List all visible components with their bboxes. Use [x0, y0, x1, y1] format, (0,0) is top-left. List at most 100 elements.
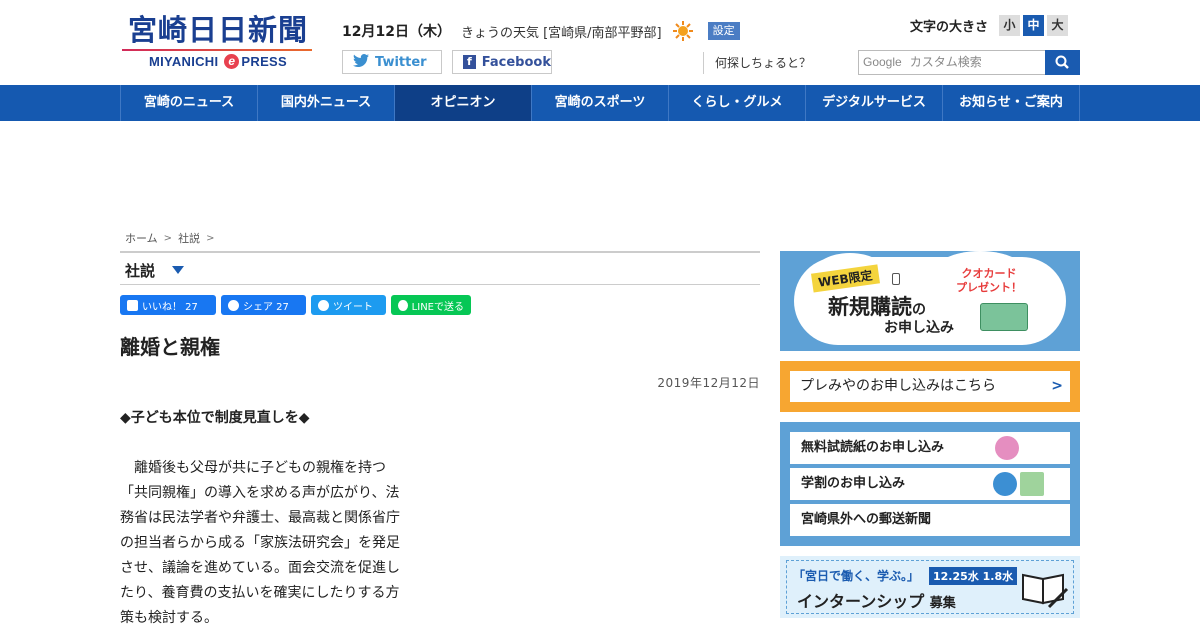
- nav-item-info[interactable]: お知らせ・ご案内: [942, 85, 1080, 121]
- mail-delivery-label: 宮崎県外への郵送新聞: [801, 512, 932, 527]
- main-nav: 宮崎のニュース 国内外ニュース オピニオン 宮崎のスポーツ くらし・グルメ デジ…: [0, 85, 1200, 121]
- search-input[interactable]: Google カスタム検索: [858, 50, 1046, 75]
- share-buttons: いいね！ 27 シェア 27 ツイート LINEで送る: [120, 295, 471, 315]
- tweet-button[interactable]: ツイート: [311, 295, 386, 315]
- logo-sub-left: MIYANICHI: [149, 54, 219, 69]
- quo-card-line: クオカード: [961, 267, 1017, 280]
- article-line: 策も検討する。: [120, 610, 218, 626]
- font-size-large-button[interactable]: 大: [1047, 15, 1069, 36]
- internship-title: インターンシップ 募集: [797, 588, 956, 612]
- breadcrumb: ホーム > 社説 >: [125, 230, 214, 246]
- font-size-label: 文字の大きさ: [910, 20, 989, 35]
- epress-e-icon: e: [224, 54, 240, 69]
- premi-link-label: プレみやのお申し込みはこちら: [800, 378, 996, 394]
- site-header: 宮崎日日新聞 MIYANICHI e PRESS 12月12日（木） きょうの天…: [0, 0, 1200, 85]
- section-title[interactable]: 社説: [125, 260, 155, 281]
- premi-banner: プレみやのお申し込みはこちら >: [780, 361, 1080, 412]
- internship-banner[interactable]: 「宮日で働く、学ぶ。」 12.25水 1.8水 インターンシップ 募集: [780, 556, 1080, 618]
- tweet-label: ツイート: [333, 301, 373, 313]
- free-trial-label: 無料試読紙のお申し込み: [801, 440, 945, 455]
- line-label: LINEで送る: [411, 301, 464, 313]
- free-trial-link[interactable]: 無料試読紙のお申し込み: [790, 432, 1070, 464]
- article-line: させ、議論を進めている。面会交流を促進し: [120, 560, 400, 576]
- facebook-share-button[interactable]: シェア 27: [221, 295, 306, 315]
- search-placeholder: カスタム検索: [909, 55, 982, 69]
- nav-item-opinion[interactable]: オピニオン: [394, 85, 531, 121]
- facebook-icon: f: [463, 55, 476, 69]
- triangle-down-icon[interactable]: [172, 266, 184, 274]
- search-icon: [1045, 55, 1080, 79]
- internship-title-label: インターンシップ: [797, 592, 925, 611]
- logo-subtitle: MIYANICHI e PRESS: [122, 54, 314, 69]
- nav-item-domestic-international[interactable]: 国内外ニュース: [257, 85, 394, 121]
- subscription-apply-label: お申し込み: [884, 320, 954, 336]
- search-button[interactable]: [1045, 50, 1080, 75]
- share-label: シェア 27: [243, 301, 289, 313]
- sun-icon: [672, 20, 694, 42]
- section-header: 社説: [120, 251, 760, 285]
- line-share-button[interactable]: LINEで送る: [391, 295, 471, 315]
- main-nav-items: 宮崎のニュース 国内外ニュース オピニオン 宮崎のスポーツ くらし・グルメ デジ…: [120, 85, 1080, 121]
- facebook-like-button[interactable]: いいね！ 27: [120, 295, 216, 315]
- quo-card-text: クオカード プレゼント！: [956, 267, 1022, 295]
- chevron-right-icon: >: [206, 232, 215, 244]
- twitter-button[interactable]: Twitter: [342, 50, 442, 74]
- chevron-right-icon: >: [1051, 378, 1063, 394]
- article-title: 離婚と親権: [120, 335, 220, 359]
- student-discount-link[interactable]: 学割のお申し込み: [790, 468, 1070, 500]
- article-subheading: ◆子ども本位で制度見直しを◆: [120, 410, 310, 426]
- book-pen-icon: [1019, 567, 1069, 609]
- article-line: 「共同親権」の導入を求める声が広がり、法: [120, 485, 400, 501]
- building-icon: [1020, 472, 1044, 496]
- quo-card-icon: [980, 303, 1028, 331]
- logo-sub-right: PRESS: [241, 54, 287, 69]
- twitter-icon: [318, 299, 329, 311]
- weather-label: きょうの天気 [宮崎県/南部平野部]: [460, 25, 662, 41]
- article-date: 2019年12月12日: [657, 376, 760, 390]
- internship-recruit-label: 募集: [929, 596, 956, 611]
- new-subscription-label: 新規購読: [828, 295, 912, 319]
- weather-settings-button[interactable]: 設定: [707, 22, 740, 40]
- like-label: いいね！ 27: [142, 301, 198, 313]
- internship-dates: 12.25水 1.8水: [929, 567, 1018, 585]
- facebook-button[interactable]: f Facebook: [452, 50, 552, 74]
- new-subscription-particle: の: [912, 302, 926, 318]
- article-line: の担当者らから成る「家族法研究会」を発足: [120, 535, 400, 551]
- date-weather-row: 12月12日（木） きょうの天気 [宮崎県/南部平野部] 設定: [342, 20, 740, 42]
- internship-tagline: 「宮日で働く、学ぶ。」: [793, 569, 920, 583]
- logo-title: 宮崎日日新聞: [127, 13, 308, 47]
- nav-item-digital-services[interactable]: デジタルサービス: [805, 85, 942, 121]
- article-body: 離婚後も父母が共に子どもの親権を持つ 「共同親権」の導入を求める声が広がり、法 …: [120, 456, 450, 630]
- mascot-icon: [993, 472, 1017, 496]
- chevron-right-icon: >: [163, 232, 173, 244]
- phone-icon: [892, 273, 900, 285]
- quo-present-line: プレゼント！: [956, 281, 1022, 294]
- article-line: 務省は民法学者や弁護士、最高裁と関係省庁: [120, 510, 400, 526]
- student-discount-label: 学割のお申し込み: [801, 476, 906, 491]
- font-size-medium-button[interactable]: 中: [1023, 15, 1045, 36]
- search-prompt: 何探しちょると？: [703, 52, 811, 74]
- google-label: Google: [863, 55, 902, 69]
- nav-item-miyazaki-news[interactable]: 宮崎のニュース: [120, 85, 257, 121]
- twitter-icon: [353, 53, 369, 71]
- thumbs-up-icon: [127, 299, 138, 311]
- mascot-icon: [995, 436, 1019, 460]
- premi-link[interactable]: プレみやのお申し込みはこちら >: [790, 371, 1070, 402]
- nav-item-sports[interactable]: 宮崎のスポーツ: [531, 85, 668, 121]
- logo-epress: e PRESS: [224, 54, 287, 69]
- logo-rule: [122, 49, 312, 51]
- subscription-banner[interactable]: WEB限定 クオカード プレゼント！ 新規購読の お申し込み: [780, 251, 1080, 351]
- site-logo[interactable]: 宮崎日日新聞 MIYANICHI e PRESS: [122, 12, 314, 74]
- line-icon: [398, 299, 408, 311]
- today-date: 12月12日（木）: [342, 24, 451, 40]
- breadcrumb-current[interactable]: 社説: [178, 230, 200, 246]
- breadcrumb-home[interactable]: ホーム: [125, 230, 158, 246]
- article-line: たり、養育費の支払いを確実にしたりする方: [120, 585, 400, 601]
- article-line: 離婚後も父母が共に子どもの親権を持つ: [120, 460, 386, 476]
- mail-delivery-link[interactable]: 宮崎県外への郵送新聞: [790, 504, 1070, 536]
- application-links: 無料試読紙のお申し込み 学割のお申し込み 宮崎県外への郵送新聞: [780, 422, 1080, 546]
- twitter-label: Twitter: [375, 54, 427, 70]
- nav-item-life-gourmet[interactable]: くらし・グルメ: [668, 85, 805, 121]
- font-size-small-button[interactable]: 小: [999, 15, 1021, 36]
- facebook-label: Facebook: [481, 54, 551, 70]
